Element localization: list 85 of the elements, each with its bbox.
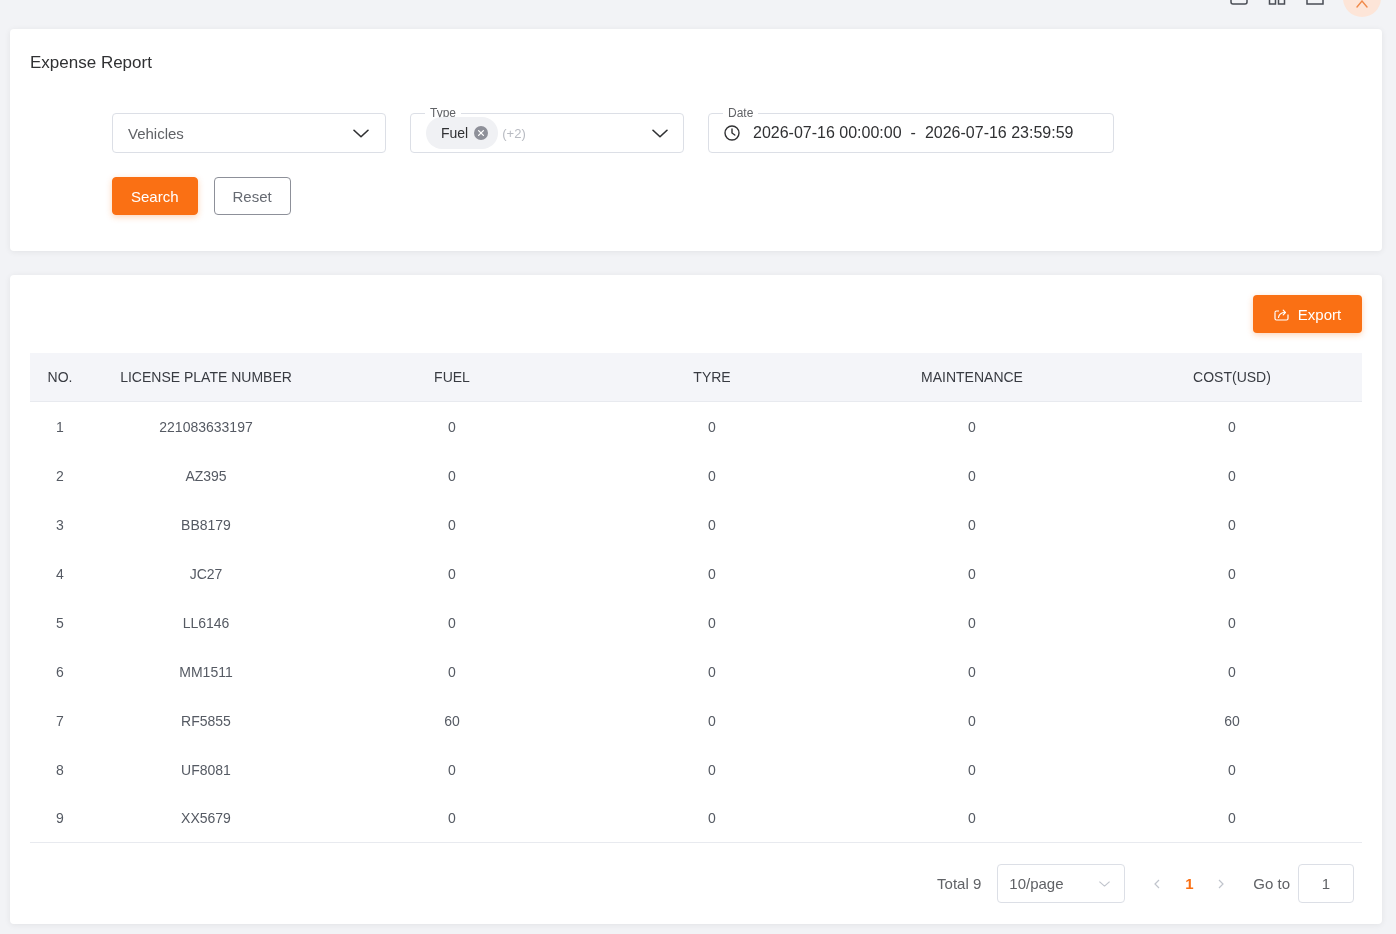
chevron-right-icon — [1218, 878, 1225, 889]
table-cell: 0 — [1228, 614, 1236, 631]
date-separator: - — [910, 124, 916, 142]
goto-label: Go to — [1253, 875, 1290, 892]
vehicles-select[interactable]: Vehicles — [112, 113, 386, 153]
table-cell: 0 — [968, 467, 976, 484]
table-cell: JC27 — [189, 565, 223, 582]
table-cell: LL6146 — [182, 614, 230, 631]
table-cell: 8 — [56, 761, 64, 778]
chevron-down-icon — [1099, 880, 1111, 887]
chevron-left-icon — [1154, 878, 1161, 889]
table-cell: 0 — [708, 761, 716, 778]
more-count: (+2) — [502, 125, 526, 141]
table-cell: 9 — [56, 810, 64, 826]
table-cell: RF5855 — [181, 712, 231, 729]
table-cell: 0 — [1228, 467, 1236, 484]
table-cell: 3 — [56, 516, 64, 533]
column-header: TYRE — [693, 369, 731, 385]
column-header: LICENSE PLATE NUMBER — [120, 369, 292, 385]
table-cell: 0 — [448, 516, 456, 533]
table-cell: 0 — [708, 467, 716, 484]
table-cell: 0 — [448, 418, 456, 435]
table-cell: XX5679 — [181, 810, 231, 826]
grid-icon[interactable] — [1268, 0, 1286, 5]
total-count: Total 9 — [937, 875, 982, 892]
filter-tag[interactable]: Fuel — [426, 117, 499, 149]
table-cell: 0 — [448, 614, 456, 631]
table-cell: 0 — [968, 810, 976, 826]
table-cell: 0 — [448, 810, 456, 826]
page-title: Expense Report — [30, 52, 152, 74]
table-cell: 0 — [968, 516, 976, 533]
table-cell: 60 — [1224, 712, 1240, 729]
table-cell: 0 — [968, 565, 976, 582]
table-cell: 0 — [448, 761, 456, 778]
table-cell: 0 — [968, 418, 976, 435]
column-header: MAINTENANCE — [921, 369, 1023, 385]
clock-icon — [724, 125, 740, 141]
table-cell: 0 — [708, 663, 716, 680]
close-icon[interactable] — [474, 126, 489, 140]
table-cell: 0 — [708, 712, 716, 729]
chevron-down-icon — [353, 129, 369, 138]
table-cell: 0 — [708, 565, 716, 582]
table-cell: UF8081 — [181, 761, 231, 778]
chevron-down-icon — [652, 128, 668, 138]
table-cell: 0 — [708, 516, 716, 533]
reset-button[interactable]: Reset — [213, 177, 291, 215]
column-header: FUEL — [434, 369, 470, 385]
table-cell: 5 — [56, 614, 64, 631]
table-cell: 0 — [1228, 418, 1236, 435]
table-cell: 1 — [56, 418, 64, 435]
table-cell: 6 — [56, 663, 64, 680]
table-cell: 0 — [1228, 663, 1236, 680]
field-label: Date — [723, 106, 759, 120]
table-cell: MM1511 — [179, 663, 233, 680]
table-cell: 0 — [448, 467, 456, 484]
table-cell: 0 — [448, 663, 456, 680]
table-cell: BB8179 — [181, 516, 231, 533]
column-header: NO. — [47, 369, 73, 385]
table-cell: 0 — [1228, 516, 1236, 533]
avatar-icon[interactable] — [1343, 0, 1381, 17]
table-cell: 2 — [56, 467, 64, 484]
export-icon — [1273, 307, 1289, 321]
table-cell: 0 — [968, 614, 976, 631]
table-cell: 0 — [968, 663, 976, 680]
date-start: 2026-07-16 00:00:00 — [753, 124, 902, 142]
date-end: 2026-07-16 23:59:59 — [924, 124, 1074, 142]
table-cell: 0 — [1228, 565, 1236, 582]
goto-input[interactable]: 1 — [1298, 864, 1354, 903]
column-header: COST(USD) — [1193, 369, 1271, 385]
table-cell: 4 — [56, 565, 64, 582]
table-cell: 0 — [1228, 810, 1236, 826]
table-cell: 0 — [448, 565, 456, 582]
table-cell: 221083633197 — [159, 418, 253, 435]
date-range-field[interactable]: Date 2026-07-16 00:00:00 - 2026-07-16 23:59:59 — [708, 106, 1114, 153]
tray-icon[interactable] — [1306, 0, 1324, 5]
table-cell: 0 — [1228, 761, 1236, 778]
table-cell: 0 — [708, 810, 716, 826]
table-cell: AZ395 — [185, 467, 227, 484]
table-cell: 0 — [708, 614, 716, 631]
table-cell: 7 — [56, 712, 64, 729]
page-size-select[interactable]: 10/page — [997, 864, 1126, 903]
table-cell: 0 — [968, 761, 976, 778]
table-cell: 0 — [708, 418, 716, 435]
table-cell: 60 — [444, 712, 460, 729]
table-cell: 0 — [968, 712, 976, 729]
